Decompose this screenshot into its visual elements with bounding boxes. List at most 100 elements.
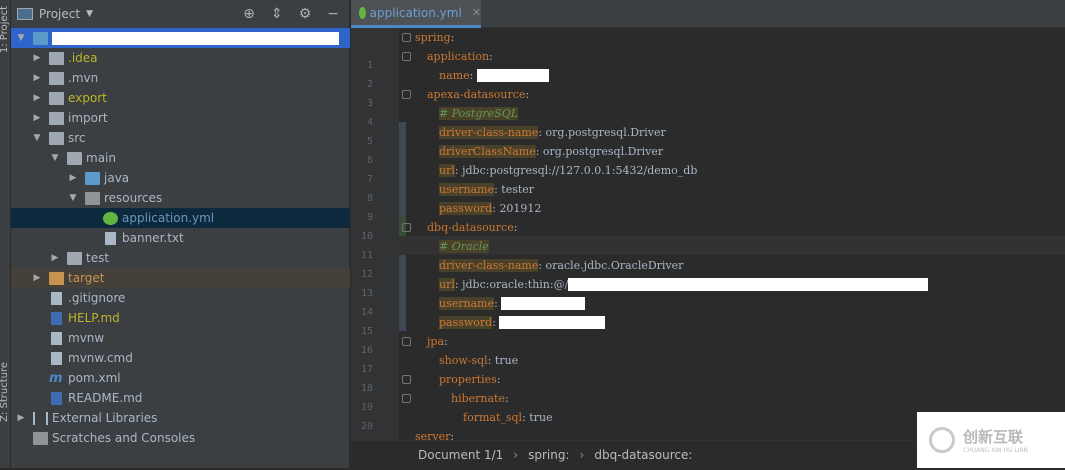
redacted-value [477,69,549,82]
text-file-icon [105,232,116,245]
chevron-down-icon[interactable]: ▼ [86,9,93,19]
yaml-separator: : [536,145,543,158]
code-line: driver-class-name: org.postgresql.Driver [415,123,666,142]
yaml-value: tester [501,183,534,196]
redacted-value [499,316,605,329]
tree-item-project-root[interactable]: ▼ [11,28,350,48]
markdown-file-icon [51,312,62,325]
tree-item-help-md[interactable]: HELP.md [11,308,350,328]
tree-item-label: banner.txt [122,231,184,245]
yaml-value: oracle.jdbc.OracleDriver [546,259,684,272]
locate-target-icon[interactable]: ⊕ [243,6,255,22]
line-number: 12 [351,269,373,280]
yaml-separator: : [494,297,501,310]
tree-item-java[interactable]: ▶java [11,168,350,188]
fold-marker-icon[interactable] [402,33,411,42]
code-line: properties: [415,370,501,389]
markdown-file-icon [51,392,62,405]
breadcrumb-item-dbq-datasource[interactable]: dbq-datasource: [594,448,692,462]
yaml-separator: : [492,202,499,215]
tree-item-label: README.md [68,391,142,405]
tree-item-idea[interactable]: ▶ .idea [11,48,350,68]
line-number: 19 [351,402,373,413]
tab-application-yml[interactable]: application.yml ✕ [351,0,481,28]
tree-item-src[interactable]: ▼src [11,128,350,148]
close-icon[interactable]: ✕ [472,6,481,19]
tree-item-label: .idea [68,51,98,65]
tree-item-external-libraries[interactable]: ▶External Libraries [11,408,350,428]
expanded-arrow-icon[interactable]: ▼ [67,193,79,203]
yaml-key: dbq-datasource [427,221,514,234]
maven-icon: m [49,371,64,386]
text-file-icon [51,292,62,305]
tree-item-main[interactable]: ▼main [11,148,350,168]
project-panel-header: Project ▼ ⊕ ⇕ ⚙ − [11,0,349,28]
tree-item-export[interactable]: ▶ export [11,88,350,108]
yaml-separator: : [455,164,462,177]
yaml-key: name [439,69,470,82]
tree-item-resources[interactable]: ▼ resources [11,188,350,208]
yaml-separator: : [538,259,545,272]
tree-item-scratches[interactable]: Scratches and Consoles [11,428,350,448]
fold-marker-icon[interactable] [402,52,411,61]
collapsed-arrow-icon[interactable]: ▶ [31,113,43,123]
fold-marker-icon[interactable] [402,90,411,99]
code-line: show-sql: true [415,351,518,370]
yaml-separator: : [514,221,518,234]
yaml-key: format_sql [463,411,522,424]
redacted-value [501,297,585,310]
tree-item-target[interactable]: ▶target [11,268,350,288]
tree-item-label: .mvn [68,71,98,85]
tree-item-banner-txt[interactable]: banner.txt [11,228,350,248]
yaml-key: application [427,50,489,63]
tab-label: application.yml [370,6,462,20]
yaml-separator: : [470,69,477,82]
collapsed-arrow-icon[interactable]: ▶ [31,273,43,283]
yaml-key: driverClassName [439,145,536,158]
yaml-value: true [529,411,552,424]
code-line: password: [415,313,605,332]
fold-marker-icon[interactable] [402,223,411,232]
code-line: username: tester [415,180,534,199]
hide-panel-icon[interactable]: − [327,6,339,22]
gear-icon[interactable]: ⚙ [299,6,312,22]
expanded-arrow-icon[interactable]: ▼ [49,153,61,163]
document-indicator[interactable]: Document 1/1 [418,448,503,462]
collapsed-arrow-icon[interactable]: ▶ [31,73,43,83]
collapsed-arrow-icon[interactable]: ▶ [15,413,27,423]
fold-marker-icon[interactable] [402,337,411,346]
tree-item-label: export [68,91,107,105]
collapse-all-icon[interactable]: ⇕ [271,6,283,22]
fold-marker-icon[interactable] [402,375,411,384]
tree-item-mvn[interactable]: ▶ .mvn [11,68,350,88]
project-tool-tab[interactable]: 1: Project [0,6,10,53]
tree-item-pom-xml[interactable]: m pom.xml [11,368,350,388]
tree-item-label: resources [104,191,162,205]
project-view-selector[interactable]: Project [39,7,80,21]
tree-item-label: pom.xml [68,371,121,385]
tree-item-test[interactable]: ▶ test [11,248,350,268]
tree-item-gitignore[interactable]: .gitignore [11,288,350,308]
folder-icon [67,152,82,165]
excluded-folder-icon [49,272,64,285]
tree-item-application-yml[interactable]: application.yml [11,208,350,228]
collapsed-arrow-icon[interactable]: ▶ [49,253,61,263]
structure-tool-tab[interactable]: Z: Structure [0,362,10,422]
tree-item-readme-md[interactable]: README.md [11,388,350,408]
expanded-arrow-icon[interactable]: ▼ [15,33,27,43]
tree-item-mvnw-cmd[interactable]: mvnw.cmd [11,348,350,368]
fold-marker-icon[interactable] [402,394,411,403]
folder-icon [49,92,64,105]
spring-yml-icon [359,7,366,19]
tree-item-mvnw[interactable]: mvnw [11,328,350,348]
breadcrumb-item-spring[interactable]: spring: [528,448,569,462]
tree-item-label: test [86,251,109,265]
code-line: driver-class-name: oracle.jdbc.OracleDri… [415,256,683,275]
collapsed-arrow-icon[interactable]: ▶ [31,53,43,63]
collapsed-arrow-icon[interactable]: ▶ [31,93,43,103]
collapsed-arrow-icon[interactable]: ▶ [67,173,79,183]
yaml-value: jdbc:oracle:thin:@/ [462,278,568,291]
tree-item-import[interactable]: ▶import [11,108,350,128]
expanded-arrow-icon[interactable]: ▼ [31,133,43,143]
line-number: 7 [351,174,373,185]
